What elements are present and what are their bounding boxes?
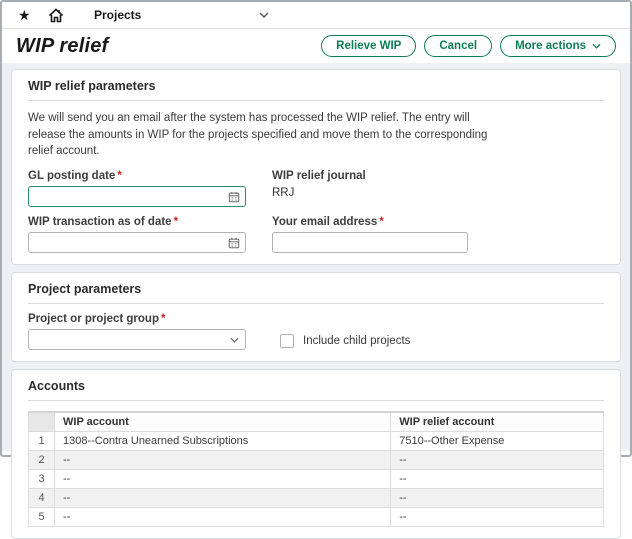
email-field: Your email address* (272, 216, 604, 253)
email-input[interactable] (272, 232, 468, 253)
table-row[interactable]: 5 -- -- (29, 508, 604, 527)
project-group-label: Project or project group* (28, 313, 246, 325)
project-group-field: Project or project group* (28, 313, 246, 350)
accounts-table-body: 1 1308--Contra Unearned Subscriptions 75… (29, 432, 604, 527)
wip-account-header: WIP account (55, 412, 391, 432)
accounts-table-header-row: WIP account WIP relief account (29, 412, 604, 432)
wip-relief-account-cell[interactable]: 7510--Other Expense (391, 432, 604, 451)
home-icon[interactable] (48, 8, 78, 23)
app-menu-chevron-down-icon[interactable] (259, 12, 269, 18)
gl-posting-date-label: GL posting date* (28, 170, 272, 182)
include-child-projects-group: Include child projects (280, 334, 410, 348)
row-number: 1 (29, 432, 55, 451)
favorite-star-icon[interactable]: ★ (18, 8, 48, 22)
project-group-select[interactable] (28, 329, 246, 350)
row-number: 5 (29, 508, 55, 527)
table-row[interactable]: 1 1308--Contra Unearned Subscriptions 75… (29, 432, 604, 451)
required-marker: * (174, 216, 178, 228)
calendar-icon[interactable] (228, 237, 240, 249)
wip-transaction-date-field: WIP transaction as of date* (28, 216, 272, 253)
project-parameters-section: Project parameters Project or project gr… (11, 272, 621, 362)
wip-account-cell[interactable]: -- (55, 489, 391, 508)
wip-account-cell[interactable]: 1308--Contra Unearned Subscriptions (55, 432, 391, 451)
project-parameters-title: Project parameters (28, 282, 604, 304)
row-number-header (29, 412, 55, 432)
row-number: 4 (29, 489, 55, 508)
required-marker: * (161, 313, 165, 325)
relieve-wip-label: Relieve WIP (336, 40, 401, 52)
wip-relief-account-cell[interactable]: -- (391, 508, 604, 527)
accounts-table: WIP account WIP relief account 1 1308--C… (28, 411, 604, 527)
app-menu-projects[interactable]: Projects (94, 8, 141, 22)
chevron-down-icon (230, 337, 239, 343)
wip-relief-journal-value: RRJ (272, 187, 604, 199)
wip-transaction-date-label: WIP transaction as of date* (28, 216, 272, 228)
page-content: WIP relief parameters We will send you a… (2, 63, 630, 451)
row-number: 3 (29, 470, 55, 489)
wip-relief-account-cell[interactable]: -- (391, 451, 604, 470)
gl-posting-date-label-text: GL posting date (28, 170, 115, 182)
cancel-label: Cancel (439, 40, 477, 52)
accounts-title: Accounts (28, 379, 604, 401)
table-row[interactable]: 3 -- -- (29, 470, 604, 489)
cancel-button[interactable]: Cancel (424, 35, 492, 57)
wip-relief-account-cell[interactable]: -- (391, 470, 604, 489)
table-row[interactable]: 4 -- -- (29, 489, 604, 508)
wip-transaction-date-label-text: WIP transaction as of date (28, 216, 172, 228)
gl-posting-date-field: GL posting date* (28, 170, 272, 207)
email-label-text: Your email address (272, 216, 377, 228)
gl-posting-date-input[interactable] (28, 186, 246, 207)
wip-relief-description: We will send you an email after the syst… (28, 110, 506, 160)
wip-relief-journal-field: WIP relief journal RRJ (272, 170, 604, 207)
wip-account-cell[interactable]: -- (55, 470, 391, 489)
wip-transaction-date-input[interactable] (28, 232, 246, 253)
project-group-label-text: Project or project group (28, 313, 159, 325)
wip-relief-parameters-title: WIP relief parameters (28, 79, 604, 101)
page-title: WIP relief (16, 35, 108, 58)
include-child-projects-label: Include child projects (303, 335, 410, 347)
table-row[interactable]: 2 -- -- (29, 451, 604, 470)
wip-account-cell[interactable]: -- (55, 508, 391, 527)
top-nav: ★ Projects (2, 2, 630, 29)
more-actions-button[interactable]: More actions (500, 35, 616, 57)
wip-account-cell[interactable]: -- (55, 451, 391, 470)
wip-relief-parameters-section: WIP relief parameters We will send you a… (11, 69, 621, 265)
wip-relief-account-cell[interactable]: -- (391, 489, 604, 508)
accounts-section: Accounts WIP account WIP relief account … (11, 369, 621, 539)
row-number: 2 (29, 451, 55, 470)
calendar-icon[interactable] (228, 191, 240, 203)
relieve-wip-button[interactable]: Relieve WIP (321, 35, 416, 57)
wip-fields-grid: GL posting date* WIP relief journal RR (28, 170, 604, 253)
more-actions-label: More actions (515, 40, 586, 52)
email-label: Your email address* (272, 216, 604, 228)
required-marker: * (379, 216, 383, 228)
title-bar: WIP relief Relieve WIP Cancel More actio… (2, 29, 630, 63)
action-buttons: Relieve WIP Cancel More actions (321, 35, 616, 57)
required-marker: * (117, 170, 121, 182)
include-child-projects-checkbox[interactable] (280, 334, 294, 348)
wip-relief-account-header: WIP relief account (391, 412, 604, 432)
chevron-down-icon (592, 43, 601, 49)
wip-relief-journal-label: WIP relief journal (272, 170, 604, 182)
